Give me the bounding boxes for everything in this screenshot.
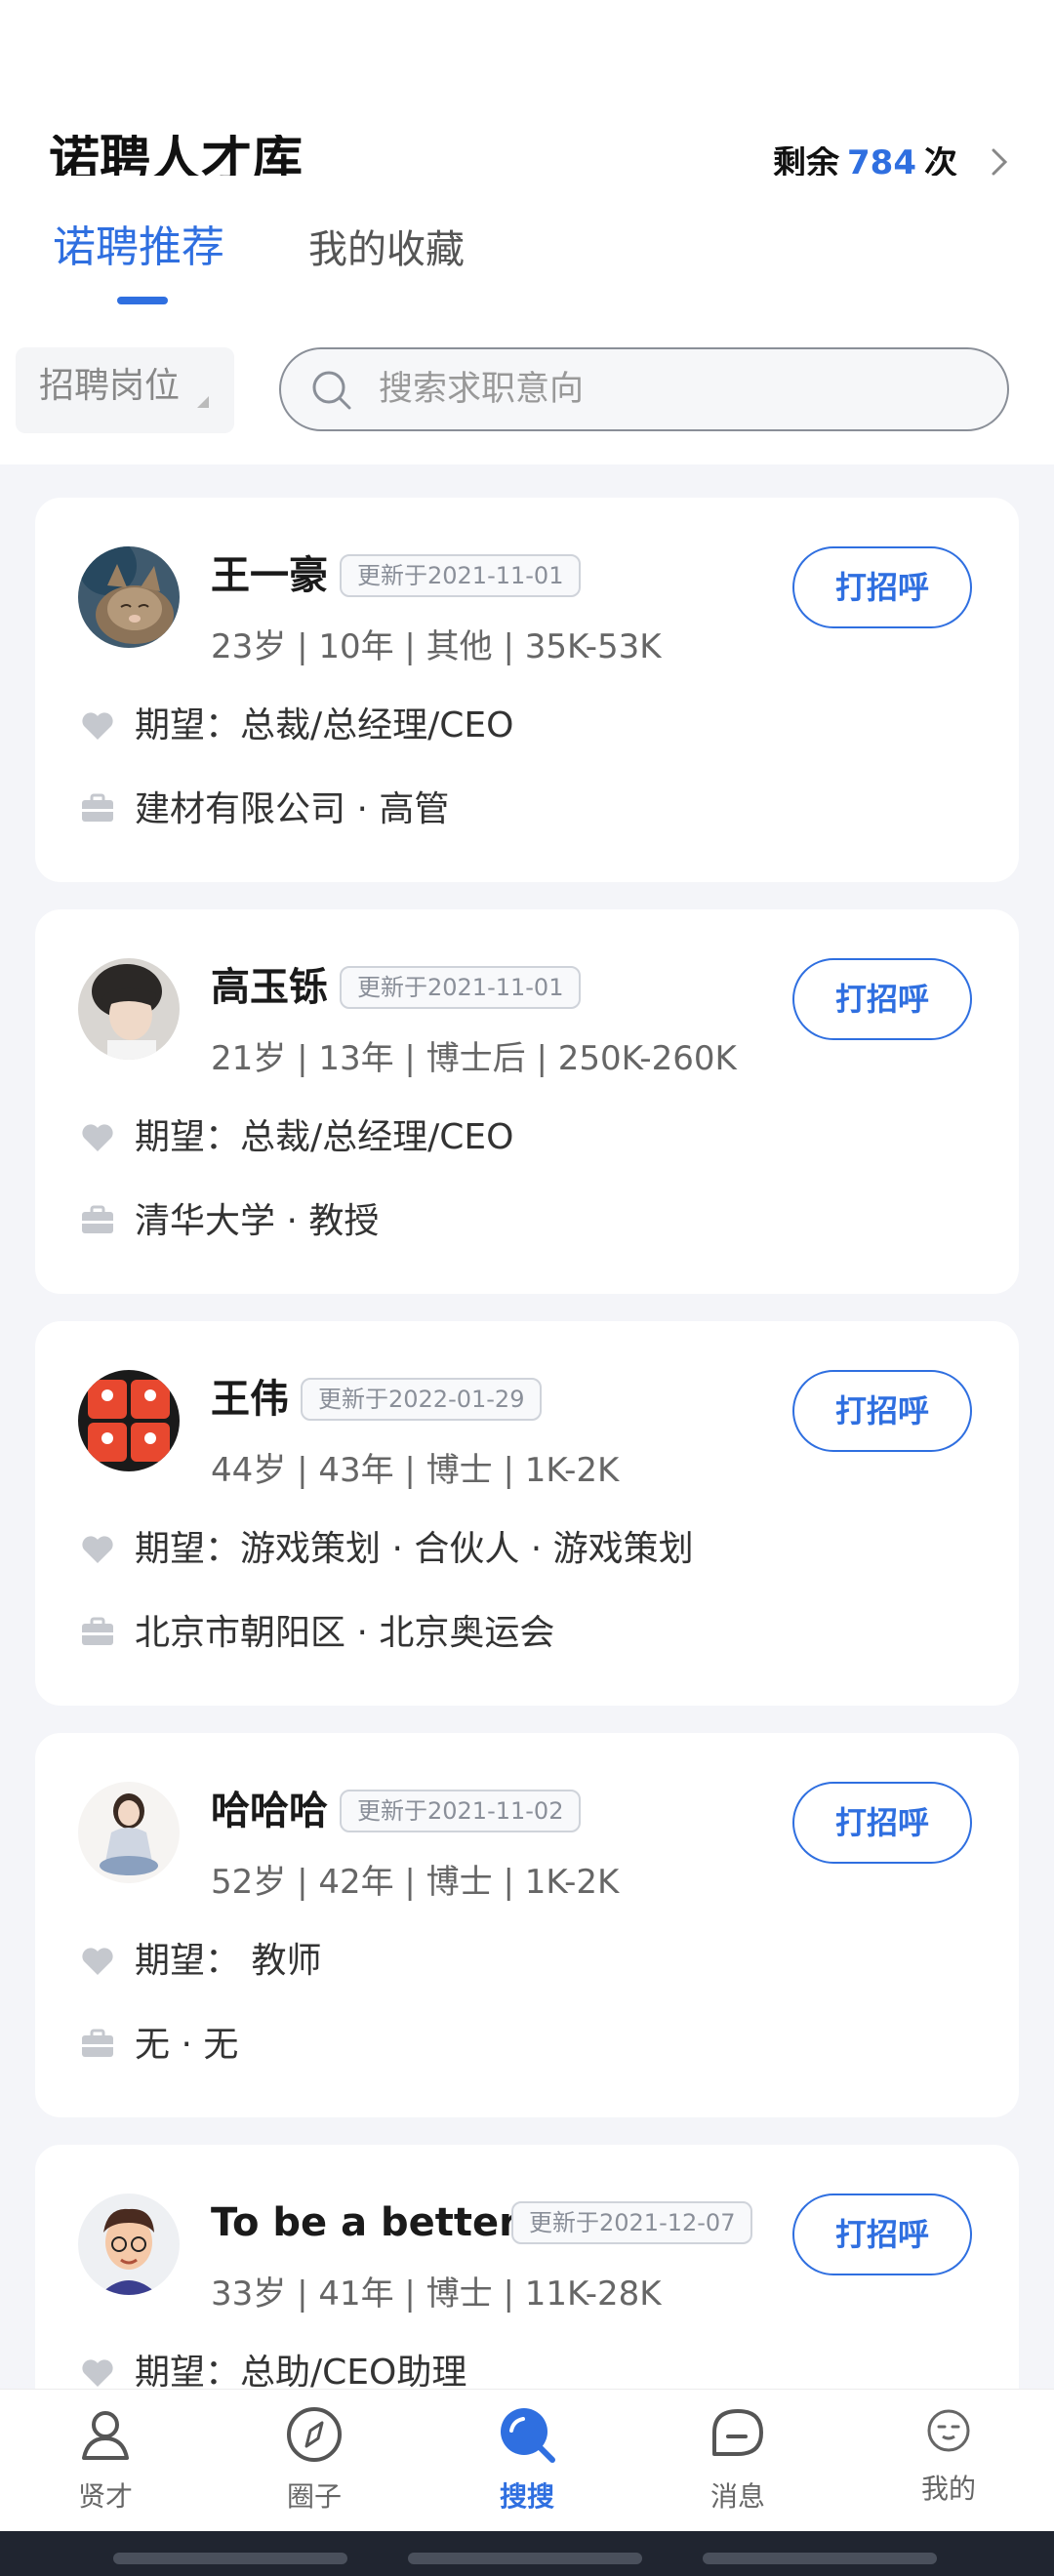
avatar xyxy=(78,958,180,1060)
greet-button[interactable]: 打招呼 xyxy=(792,2194,972,2275)
quota-prefix: 剩余 xyxy=(773,146,839,176)
page-title-wrap: 诺聘人才库 xyxy=(49,135,556,176)
update-badge: 更新于2021-11-01 xyxy=(340,554,582,597)
avatar xyxy=(78,546,180,648)
candidate-expectation: 期望：总裁/总经理/CEO xyxy=(135,1117,514,1157)
candidate-card[interactable]: 哈哈哈 更新于2021-11-02 打招呼 52岁 | 42年 | 博士 | 1… xyxy=(35,1733,1019,2117)
greet-button[interactable]: 打招呼 xyxy=(792,1370,972,1452)
greet-button[interactable]: 打招呼 xyxy=(792,546,972,628)
candidate-name: 高玉铄 xyxy=(211,965,328,1010)
bottom-nav: 贤才 圈子 搜搜 消息 我的 xyxy=(0,2389,1054,2531)
briefcase-icon xyxy=(82,2029,113,2057)
candidate-meta: 23岁 | 10年 | 其他 | 35K-53K xyxy=(211,627,662,666)
position-filter-button[interactable]: 招聘岗位 xyxy=(16,347,234,433)
compass-icon xyxy=(287,2407,342,2462)
avatar xyxy=(78,1782,180,1883)
candidate-expectation: 期望：游戏策划 · 合伙人 · 游戏策划 xyxy=(135,1529,694,1569)
nav-label: 圈子 xyxy=(286,2480,342,2513)
nav-item-me[interactable]: 我的 xyxy=(851,2390,1046,2532)
search-icon xyxy=(312,371,351,410)
girl-avatar-icon xyxy=(78,1782,180,1883)
heart-icon xyxy=(82,1124,113,1151)
system-key[interactable] xyxy=(113,2553,347,2564)
quota-value: 784 xyxy=(847,146,916,176)
candidate-company: 建材有限公司 · 高管 xyxy=(135,789,450,829)
cat-avatar-icon xyxy=(78,546,180,648)
update-badge: 更新于2021-12-07 xyxy=(511,2201,753,2244)
search-placeholder: 搜索求职意向 xyxy=(379,370,585,409)
nav-item-messages[interactable]: 消息 xyxy=(640,2390,835,2532)
tab-favorites[interactable]: 我的收藏 xyxy=(308,230,465,269)
candidate-name: To be a better... xyxy=(211,2200,557,2245)
person-icon xyxy=(82,2411,129,2460)
nav-item-search[interactable]: 搜搜 xyxy=(429,2390,625,2532)
nav-label: 贤才 xyxy=(77,2480,133,2513)
candidate-meta: 33岁 | 41年 | 博士 | 11K-28K xyxy=(211,2274,662,2314)
candidate-meta: 44岁 | 43年 | 博士 | 1K-2K xyxy=(211,1451,620,1490)
candidate-list: 王一豪 更新于2021-11-01 打招呼 23岁 | 10年 | 其他 | 3… xyxy=(0,464,1054,2389)
candidate-name: 王伟 xyxy=(211,1377,289,1422)
heart-icon xyxy=(82,1948,113,1975)
position-filter-label: 招聘岗位 xyxy=(39,366,181,406)
greet-button[interactable]: 打招呼 xyxy=(792,1782,972,1864)
candidate-company: 清华大学 · 教授 xyxy=(135,1201,380,1241)
candidate-expectation: 期望： 教师 xyxy=(135,1941,322,1981)
candidate-name: 王一豪 xyxy=(211,553,328,598)
avatar xyxy=(78,2194,180,2295)
avatar xyxy=(78,1370,180,1471)
greet-button[interactable]: 打招呼 xyxy=(792,958,972,1040)
quota-link[interactable]: 剩余 784 次 xyxy=(773,146,1017,176)
nav-item-circle[interactable]: 圈子 xyxy=(217,2390,412,2532)
briefcase-icon xyxy=(82,1617,113,1645)
tab-active-indicator xyxy=(117,297,168,304)
top-header: 诺聘人才库 剩余 784 次 诺聘推荐 我的收藏 招聘岗位 搜索求职意向 xyxy=(0,0,1054,468)
dropdown-caret-icon xyxy=(197,396,209,408)
candidate-card[interactable]: 高玉铄 更新于2021-11-01 打招呼 21岁 | 13年 | 博士后 | … xyxy=(35,909,1019,1294)
cartoon-avatar-icon xyxy=(78,2194,180,2295)
person-avatar-icon xyxy=(78,958,180,1060)
quota-suffix: 次 xyxy=(923,146,957,176)
timer-grid-avatar-icon xyxy=(78,1370,180,1471)
candidate-name: 哈哈哈 xyxy=(211,1789,328,1833)
briefcase-icon xyxy=(82,1205,113,1233)
update-badge: 更新于2022-01-29 xyxy=(301,1378,543,1421)
system-key[interactable] xyxy=(703,2553,937,2564)
search-icon xyxy=(501,2408,555,2463)
candidate-company: 北京市朝阳区 · 北京奥运会 xyxy=(135,1613,555,1653)
candidate-meta: 21岁 | 13年 | 博士后 | 250K-260K xyxy=(211,1039,737,1078)
nav-item-talent[interactable]: 贤才 xyxy=(8,2390,203,2532)
candidate-card[interactable]: 王一豪 更新于2021-11-01 打招呼 23岁 | 10年 | 其他 | 3… xyxy=(35,498,1019,882)
message-icon xyxy=(712,2409,763,2456)
system-key[interactable] xyxy=(408,2553,642,2564)
system-navigation-bar xyxy=(0,2531,1054,2576)
candidate-card[interactable]: To be a better... 更新于2021-12-07 打招呼 33岁 … xyxy=(35,2145,1019,2389)
candidate-expectation: 期望：总助/CEO助理 xyxy=(135,2353,467,2390)
update-badge: 更新于2021-11-01 xyxy=(340,966,582,1009)
heart-icon xyxy=(82,712,113,740)
heart-icon xyxy=(82,2359,113,2387)
tab-recommend[interactable]: 诺聘推荐 xyxy=(53,226,224,269)
candidate-meta: 52岁 | 42年 | 博士 | 1K-2K xyxy=(211,1863,620,1902)
quota-text: 剩余 784 次 xyxy=(773,146,1017,176)
nav-label: 搜搜 xyxy=(499,2480,554,2513)
briefcase-icon xyxy=(82,793,113,822)
heart-icon xyxy=(82,1536,113,1563)
face-icon xyxy=(927,2409,970,2452)
search-input[interactable]: 搜索求职意向 xyxy=(279,347,1009,431)
candidate-card[interactable]: 王伟 更新于2022-01-29 打招呼 44岁 | 43年 | 博士 | 1K… xyxy=(35,1321,1019,1706)
candidate-company: 无 · 无 xyxy=(135,2025,239,2065)
chevron-right-icon[interactable] xyxy=(986,144,1013,180)
update-badge: 更新于2021-11-02 xyxy=(340,1790,582,1832)
nav-label: 消息 xyxy=(709,2480,765,2513)
page-title: 诺聘人才库 xyxy=(49,135,304,176)
candidate-expectation: 期望：总裁/总经理/CEO xyxy=(135,705,514,745)
nav-label: 我的 xyxy=(920,2473,976,2505)
